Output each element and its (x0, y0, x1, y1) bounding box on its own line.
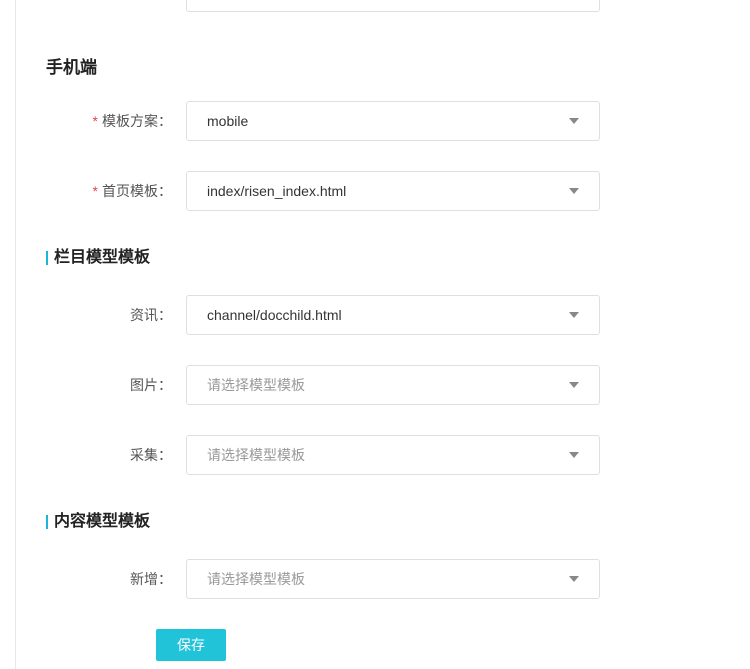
form-row-template-scheme: * 模板方案： mobile (0, 101, 750, 141)
form-row-home-template: * 首页模板： index/risen_index.html (0, 171, 750, 211)
field-label: 新增： (130, 559, 172, 599)
previous-select[interactable] (186, 0, 600, 12)
save-button[interactable]: 保存 (156, 629, 226, 661)
field-label-text: 新增： (130, 571, 172, 587)
caret-down-icon (569, 118, 579, 124)
caret-down-icon (569, 576, 579, 582)
select-value: channel/docchild.html (207, 307, 342, 323)
section-title-content-model: 内容模型模板 (46, 513, 150, 531)
select-placeholder: 请选择模型模板 (207, 377, 305, 393)
image-template-select[interactable]: 请选择模型模板 (186, 365, 600, 405)
field-label: * 首页模板： (93, 171, 172, 211)
field-label: 资讯： (130, 295, 172, 335)
news-template-select[interactable]: channel/docchild.html (186, 295, 600, 335)
template-settings-page: 手机端 * 模板方案： mobile * 首页模板： index/risen_ind… (0, 0, 750, 669)
field-label-text: 采集： (130, 447, 172, 463)
form-row-news: 资讯： channel/docchild.html (0, 295, 750, 335)
collect-template-select[interactable]: 请选择模型模板 (186, 435, 600, 475)
select-placeholder: 请选择模型模板 (207, 447, 305, 463)
form-row-add: 新增： 请选择模型模板 (0, 559, 750, 599)
select-placeholder: 请选择模型模板 (207, 571, 305, 587)
section-title-text: 内容模型模板 (54, 513, 151, 530)
select-value: mobile (207, 113, 249, 129)
section-accent-bar (46, 251, 48, 265)
section-title-text: 栏目模型模板 (54, 249, 151, 266)
field-label-text: 模板方案： (102, 113, 172, 129)
field-label: 采集： (130, 435, 172, 475)
select-value: index/risen_index.html (207, 183, 347, 199)
caret-down-icon (569, 188, 579, 194)
caret-down-icon (569, 382, 579, 388)
caret-down-icon (569, 312, 579, 318)
section-accent-bar (46, 515, 48, 529)
field-label-text: 图片： (130, 377, 172, 393)
section-title-mobile: 手机端 (46, 58, 97, 77)
field-label: * 模板方案： (93, 101, 172, 141)
required-mark: * (92, 113, 98, 129)
add-template-select[interactable]: 请选择模型模板 (186, 559, 600, 599)
field-label-text: 资讯： (130, 307, 172, 323)
required-mark: * (92, 183, 98, 199)
field-label-text: 首页模板： (102, 183, 172, 199)
form-row-image: 图片： 请选择模型模板 (0, 365, 750, 405)
caret-down-icon (569, 452, 579, 458)
section-title-column-model: 栏目模型模板 (46, 249, 150, 267)
template-scheme-select[interactable]: mobile (186, 101, 600, 141)
field-label: 图片： (130, 365, 172, 405)
home-template-select[interactable]: index/risen_index.html (186, 171, 600, 211)
form-row-collect: 采集： 请选择模型模板 (0, 435, 750, 475)
